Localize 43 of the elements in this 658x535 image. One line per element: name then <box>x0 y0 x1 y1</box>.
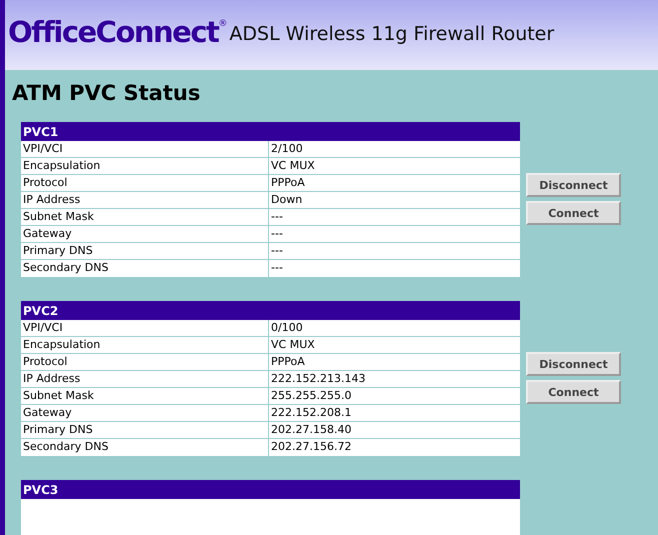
table-cell-text: VC MUX <box>270 158 316 174</box>
connect-button[interactable]: Connect <box>526 201 621 225</box>
page-title: ATM PVC Status <box>12 80 202 106</box>
table-cell: Encapsulation <box>21 158 269 174</box>
table-header: PVC3 <box>21 480 520 499</box>
table-cell-text: Down <box>270 192 304 208</box>
table-cell: Protocol <box>21 354 269 370</box>
table-cell-text: 222.152.213.143 <box>270 371 366 387</box>
table-cell-text: 255.255.255.0 <box>270 388 352 404</box>
disconnect-button[interactable]: Disconnect <box>526 173 621 197</box>
table-cell-text: 0/100 <box>270 320 304 336</box>
table-cell-text: 222.152.208.1 <box>270 405 352 421</box>
table-header: PVC1 <box>21 122 520 141</box>
table-header: PVC2 <box>21 301 520 320</box>
brand-logo: OfficeConnect <box>8 15 218 49</box>
table-cell-text: 202.27.156.72 <box>270 439 352 455</box>
table-cell-text: PPPoA <box>270 354 306 370</box>
table-cell: Secondary DNS <box>21 260 269 277</box>
table-cell: IP Address <box>21 192 269 208</box>
table-cell: Primary DNS <box>21 243 269 259</box>
table-cell-text: --- <box>270 243 284 259</box>
table-cell: VPI/VCI <box>21 141 269 157</box>
table-cell: Gateway <box>21 405 269 421</box>
table-cell-text: PPPoA <box>270 175 306 191</box>
table-cell-text: --- <box>270 209 284 225</box>
product-name: ADSL Wireless 11g Firewall Router <box>229 23 554 45</box>
table-cell-text: --- <box>270 226 284 242</box>
table-cell: Subnet Mask <box>21 209 269 225</box>
table-cell: Gateway <box>21 226 269 242</box>
table-cell-text: --- <box>270 260 284 276</box>
disconnect-button[interactable]: Disconnect <box>526 352 621 376</box>
table-cell: Primary DNS <box>21 422 269 438</box>
table-cell-text: 2/100 <box>270 141 304 157</box>
table-cell: Subnet Mask <box>21 388 269 404</box>
registered-mark: ® <box>218 19 228 29</box>
table-cell-text: 202.27.158.40 <box>270 422 352 438</box>
table-cell: VPI/VCI <box>21 320 269 336</box>
table-cell: Protocol <box>21 175 269 191</box>
connect-button[interactable]: Connect <box>526 380 621 404</box>
table-cell: Encapsulation <box>21 337 269 353</box>
table-cell-text: VC MUX <box>270 337 316 353</box>
table-cell: Secondary DNS <box>21 439 269 456</box>
table-cell: IP Address <box>21 371 269 387</box>
